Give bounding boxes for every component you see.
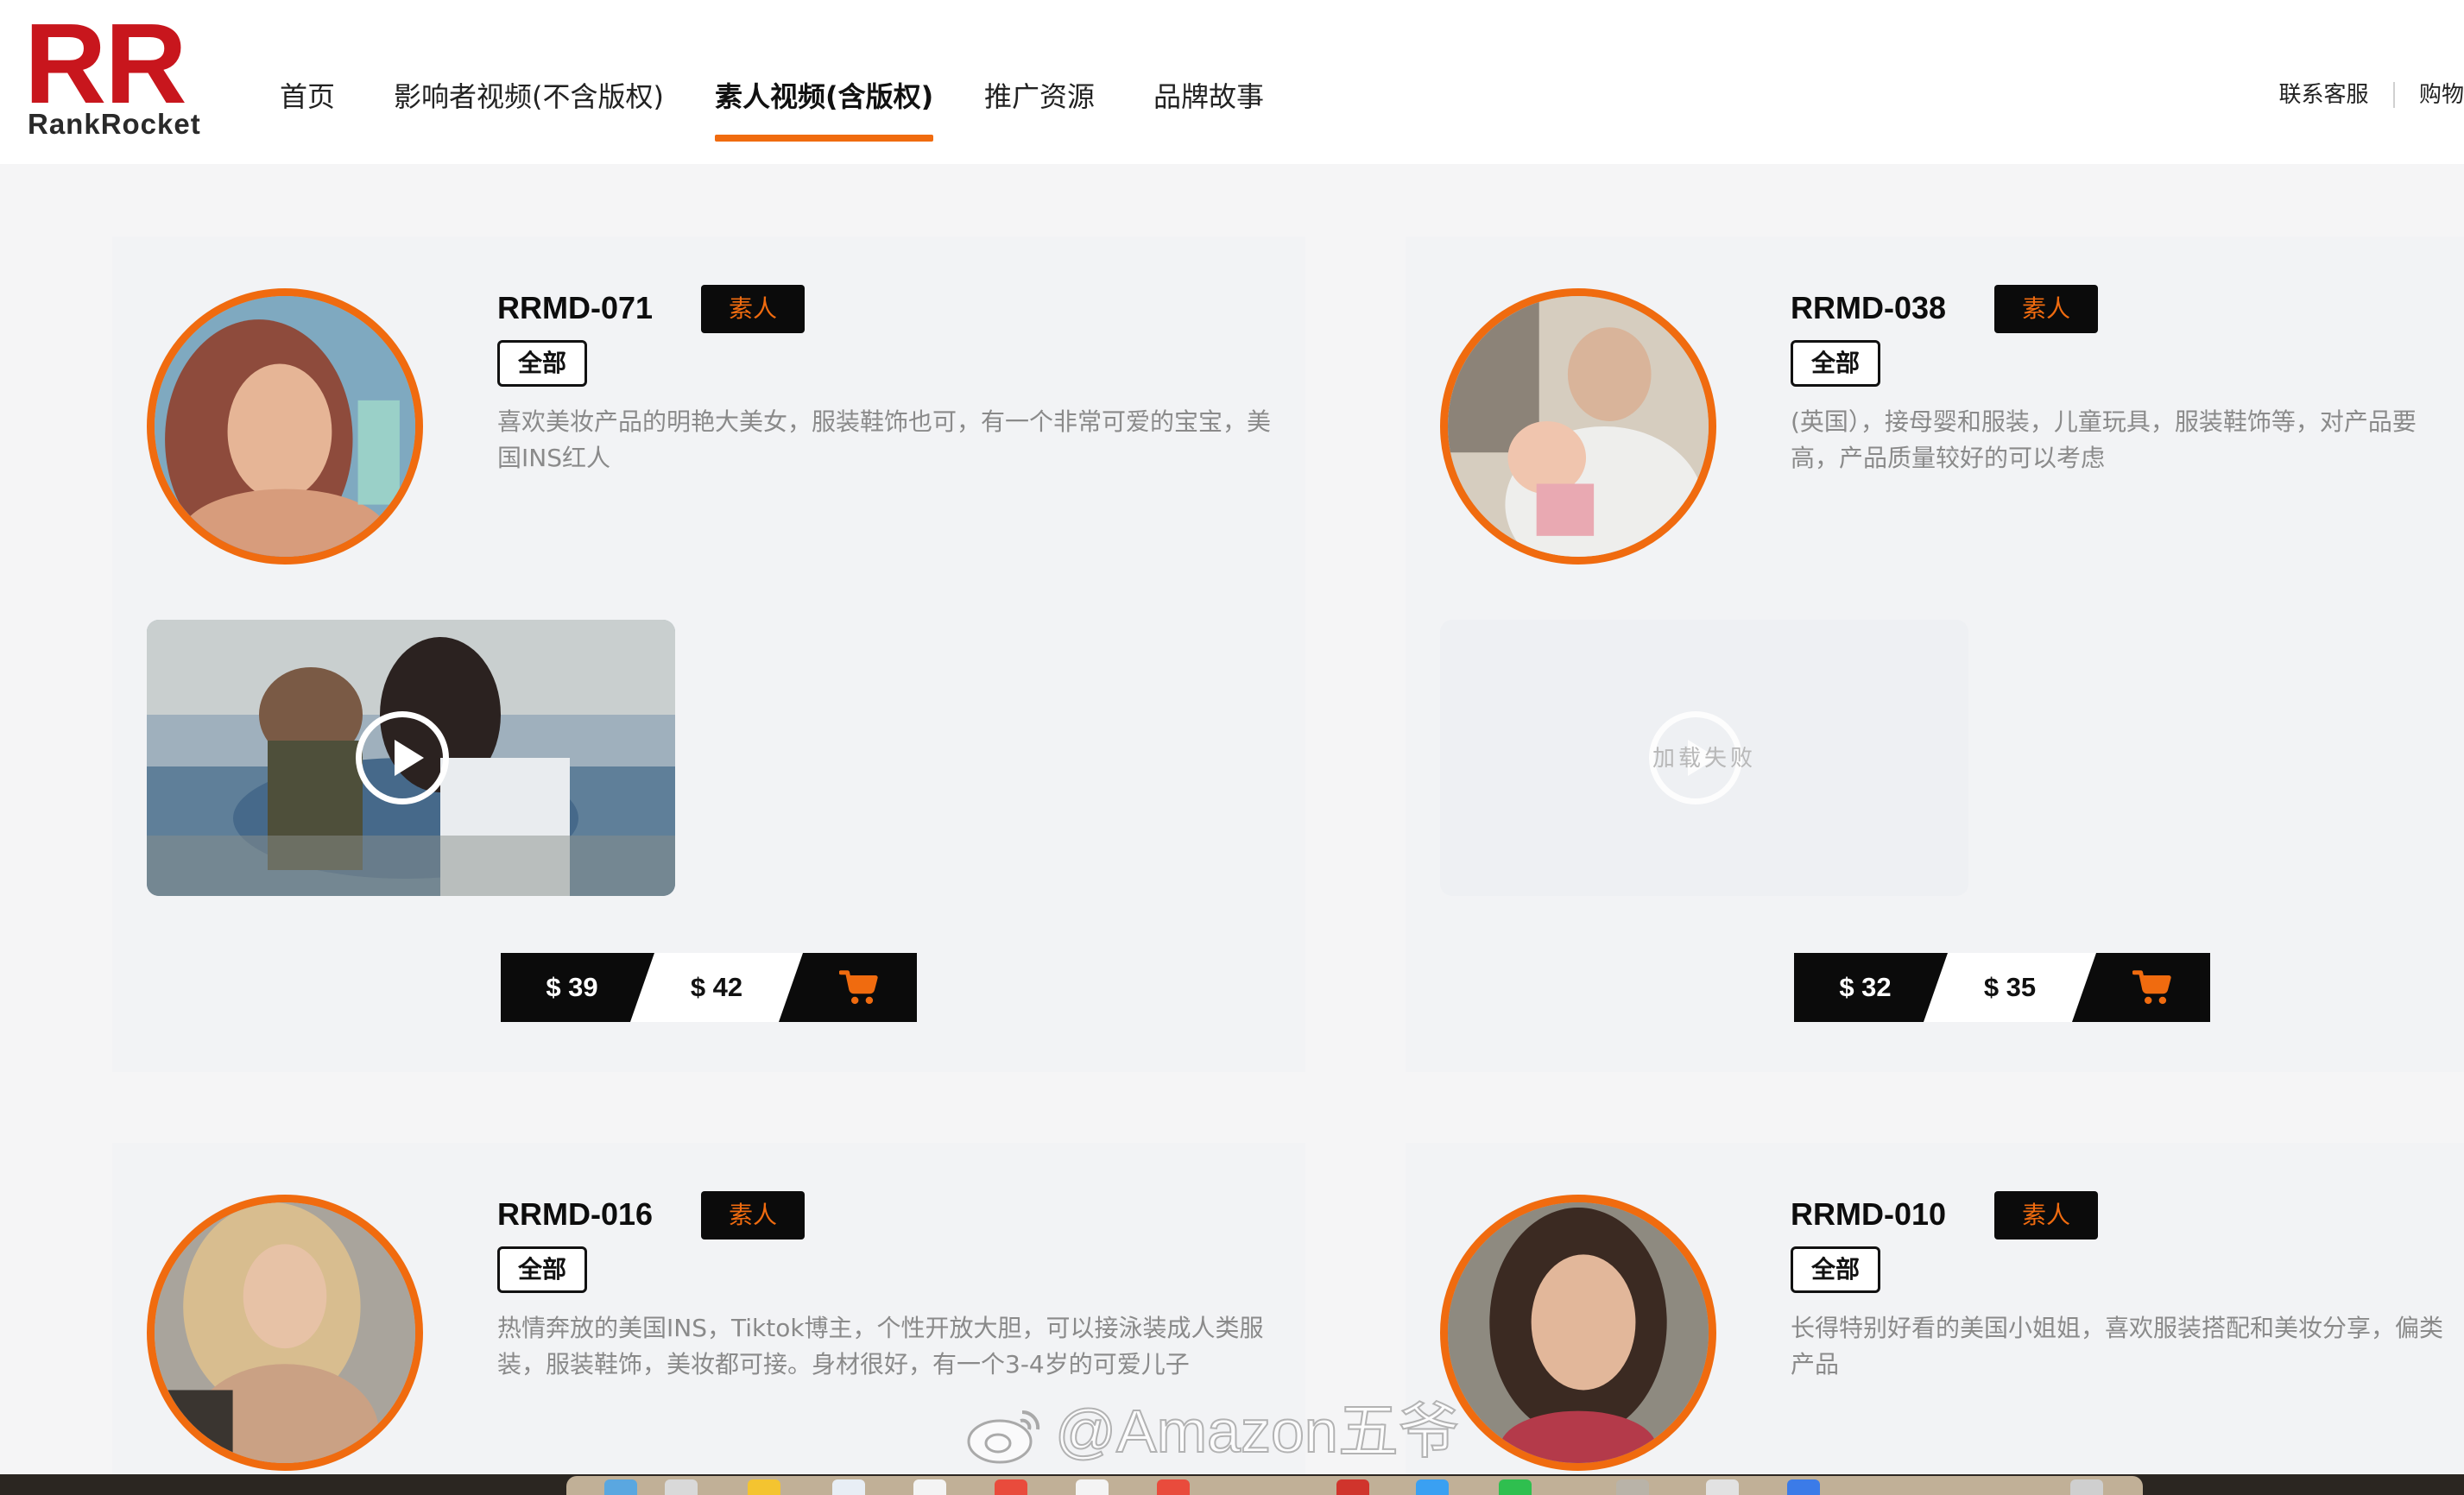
logo-name: RankRocket [28,108,201,140]
avatar-photo [155,1202,415,1463]
dock-app-icon[interactable] [2070,1479,2103,1495]
dock-app-icon[interactable] [1787,1479,1820,1495]
avatar-photo [1448,296,1709,557]
influencer-code: RRMD-038 [1791,290,1947,325]
weibo-icon [967,1410,1040,1464]
shopping-cart-icon [839,970,878,1005]
price-option-2[interactable]: $ 35 [1924,953,2096,1022]
price-option-1[interactable]: $ 39 [501,953,643,1022]
influencer-card: RRMD-010 素人 全部 长得特别好看的美国小姐姐，喜欢服装搭配和美妆分享，… [1406,1143,2464,1495]
type-badge: 素人 [1994,1191,2098,1240]
influencer-description: 长得特别好看的美国小姐姐，喜欢服装搭配和美妆分享，偏类产品 [1791,1314,2444,1378]
add-to-cart-button[interactable] [2096,953,2210,1022]
influencer-code: RRMD-016 [497,1196,654,1232]
nav-item-promotion[interactable]: 推广资源 [984,71,1095,123]
dock-app-icon[interactable] [913,1479,946,1495]
video-status-text: 加载失败 [1652,746,1756,772]
video-player[interactable] [147,620,675,896]
price-bar: $ 32 $ 35 [1794,953,2210,1022]
shopping-cart-icon [2132,970,2171,1005]
influencer-code: RRMD-010 [1791,1196,1947,1232]
video-player[interactable]: 加载失败 [1440,620,1968,896]
influencer-code: RRMD-071 [497,290,654,325]
nav-item-brand-story[interactable]: 品牌故事 [1153,71,1264,123]
avatar-photo [155,296,415,557]
play-button[interactable] [356,711,449,804]
avatar[interactable] [1440,1195,1716,1471]
type-badge: 素人 [701,1191,805,1240]
logo-mark: RR [24,0,187,127]
category-tag[interactable]: 全部 [497,340,587,387]
dock-app-icon[interactable] [1499,1479,1532,1495]
price-option-2[interactable]: $ 42 [630,953,803,1022]
price-option-1[interactable]: $ 32 [1794,953,1936,1022]
dock-app-icon[interactable] [1616,1479,1649,1495]
category-tag[interactable]: 全部 [497,1246,587,1293]
play-icon [395,740,424,776]
contact-service-link[interactable]: 联系客服 [2278,78,2368,112]
dock-app-icon[interactable] [1416,1479,1449,1495]
dock-app-icon[interactable] [1706,1479,1739,1495]
dock-app-icon[interactable] [1336,1479,1369,1495]
influencer-description: 喜欢美妆产品的明艳大美女，服装鞋饰也可，有一个非常可爱的宝宝，美国INS红人 [497,407,1272,472]
logo[interactable]: RR RankRocket [24,0,214,142]
type-badge: 素人 [1994,285,2098,333]
nav-item-amateur-videos-label: 素人视频(含版权) [715,80,934,113]
avatar[interactable] [1440,288,1716,565]
site-header: RR RankRocket 首页 影响者视频(不含版权) 素人视频(含版权) 推… [0,0,2464,164]
avatar-photo [1448,1202,1709,1463]
category-tag[interactable]: 全部 [1791,340,1880,387]
price-bar: $ 39 $ 42 [501,953,917,1022]
nav-item-home[interactable]: 首页 [280,71,335,123]
divider [2392,82,2395,108]
add-to-cart-button[interactable] [803,953,917,1022]
dock-app-icon[interactable] [748,1479,780,1495]
dock-app-icon[interactable] [1076,1479,1109,1495]
dock-app-icon[interactable] [665,1479,698,1495]
dock-app-icon[interactable] [1157,1479,1190,1495]
nav-active-underline [715,135,934,142]
nav-item-amateur-videos[interactable]: 素人视频(含版权) [715,71,934,142]
dock-app-icon[interactable] [604,1479,637,1495]
dock-app-icon[interactable] [995,1479,1027,1495]
cart-link[interactable]: 购物 [2419,78,2464,112]
watermark-text: @Amazon五爷 [1054,1397,1460,1466]
header-links: 联系客服 购物 [2278,78,2464,112]
dock-app-icon[interactable] [832,1479,865,1495]
type-badge: 素人 [701,285,805,333]
influencer-card: RRMD-038 素人 全部 (英国），接母婴和服装，儿童玩具，服装鞋饰等，对产… [1406,237,2464,1072]
influencer-description: 热情奔放的美国INS，Tiktok博主，个性开放大胆，可以接泳装成人类服装，服装… [497,1314,1264,1378]
avatar[interactable] [147,1195,423,1471]
category-tag[interactable]: 全部 [1791,1246,1880,1293]
nav-item-influencer-videos[interactable]: 影响者视频(不含版权) [394,71,664,123]
influencer-description: (英国），接母婴和服装，儿童玩具，服装鞋饰等，对产品要高，产品质量较好的可以考虑 [1791,407,2417,472]
influencer-card: RRMD-071 素人 全部 喜欢美妆产品的明艳大美女，服装鞋饰也可，有一个非常… [112,237,1305,1072]
avatar[interactable] [147,288,423,565]
